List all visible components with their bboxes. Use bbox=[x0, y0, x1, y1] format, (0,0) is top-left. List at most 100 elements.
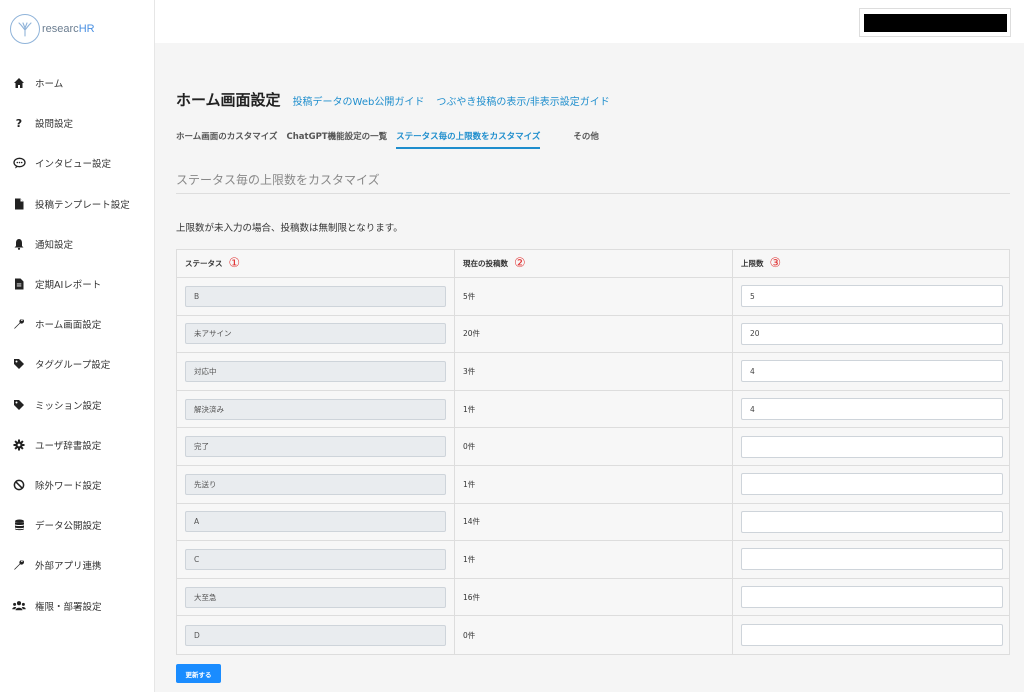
limit-input[interactable] bbox=[741, 624, 1003, 647]
limit-input[interactable] bbox=[741, 435, 1003, 458]
sidebar-item-label: 通知設定 bbox=[35, 239, 74, 251]
sidebar-item-10[interactable]: 除外ワード設定 bbox=[0, 465, 155, 505]
status-cell: C bbox=[177, 541, 455, 578]
sidebar-item-label: インタビュー設定 bbox=[35, 159, 112, 171]
count-cell: 5件 bbox=[455, 278, 733, 315]
count-cell: 20件 bbox=[455, 315, 733, 353]
table-row: 未アサイン 20件 bbox=[177, 315, 1009, 354]
table-header-row: ステータス ① 現在の投稿数 ② 上限数 ③ bbox=[177, 250, 1009, 278]
database-icon bbox=[12, 518, 26, 532]
tab-home-customize[interactable]: ホーム画面のカスタマイズ bbox=[176, 130, 278, 149]
status-name-field: 先送り bbox=[185, 473, 446, 495]
sidebar-item-6[interactable]: ホーム画面設定 bbox=[0, 304, 155, 344]
status-cell: 解決済み bbox=[177, 390, 455, 428]
count-cell: 3件 bbox=[455, 353, 733, 390]
redacted-user-name bbox=[864, 14, 1007, 32]
status-cell: 先送り bbox=[177, 465, 455, 503]
current-count: 5件 bbox=[463, 291, 476, 301]
table-row: 対応中 3件 bbox=[177, 353, 1009, 391]
logo-mark-icon bbox=[10, 14, 40, 44]
sidebar-item-3[interactable]: 投稿テンプレート設定 bbox=[0, 184, 155, 224]
ban-icon bbox=[12, 478, 26, 492]
question-icon: ? bbox=[15, 116, 23, 130]
marker-1: ① bbox=[228, 256, 241, 271]
sidebar-item-label: 投稿テンプレート設定 bbox=[35, 199, 130, 211]
page-title: ホーム画面設定 bbox=[176, 91, 281, 109]
limit-input[interactable] bbox=[741, 586, 1003, 609]
status-cell: B bbox=[177, 278, 455, 315]
tab-status-limits[interactable]: ステータス毎の上限数をカスタマイズ bbox=[396, 130, 541, 149]
wrench-icon bbox=[12, 317, 26, 331]
sidebar-item-2[interactable]: インタビュー設定 bbox=[0, 143, 155, 183]
current-count: 3件 bbox=[463, 366, 476, 376]
limit-input[interactable] bbox=[741, 285, 1003, 308]
tabs: ホーム画面のカスタマイズ ChatGPT機能設定の一覧 ステータス毎の上限数をカ… bbox=[176, 130, 608, 149]
sidebar-item-label: 除外ワード設定 bbox=[35, 480, 102, 492]
user-menu[interactable] bbox=[859, 8, 1011, 37]
title-row: ホーム画面設定 投稿データのWeb公開ガイド つぶやき投稿の表示/非表示設定ガイ… bbox=[176, 89, 610, 110]
limit-cell bbox=[733, 466, 1009, 503]
logo[interactable]: researcHR bbox=[10, 14, 95, 44]
status-name-field: 解決済み bbox=[185, 398, 446, 420]
current-count: 20件 bbox=[463, 329, 481, 339]
sidebar-item-7[interactable]: タググループ設定 bbox=[0, 344, 155, 384]
sidebar-item-label: 定期AIレポート bbox=[35, 280, 102, 292]
count-cell: 0件 bbox=[455, 428, 733, 465]
status-name-field: A bbox=[185, 511, 446, 533]
sidebar: researcHR ホーム? 設問設定インタビュー設定投稿テンプレート設定 通知設定… bbox=[0, 0, 155, 692]
table-row: A 14件 bbox=[177, 503, 1009, 542]
tab-chatgpt-settings[interactable]: ChatGPT機能設定の一覧 bbox=[287, 130, 388, 149]
table-row: D 0件 bbox=[177, 616, 1009, 654]
status-name-field: 未アサイン bbox=[185, 323, 446, 345]
table-row: 完了 0件 bbox=[177, 428, 1009, 466]
limit-input[interactable] bbox=[741, 510, 1003, 533]
sidebar-item-11[interactable]: データ公開設定 bbox=[0, 505, 155, 545]
status-cell: 対応中 bbox=[177, 353, 455, 390]
home-icon bbox=[12, 76, 26, 90]
sidebar-item-label: 権限・部署設定 bbox=[35, 601, 102, 613]
current-count: 0件 bbox=[463, 442, 476, 452]
limit-input[interactable] bbox=[741, 322, 1003, 345]
current-count: 0件 bbox=[463, 630, 476, 640]
sidebar-item-label: ユーザ辞書設定 bbox=[35, 440, 102, 452]
limit-cell bbox=[733, 541, 1009, 578]
sidebar-item-12[interactable]: 外部アプリ連携 bbox=[0, 545, 155, 585]
limit-input[interactable] bbox=[741, 548, 1003, 571]
marker-3: ③ bbox=[769, 256, 782, 271]
marker-2: ② bbox=[514, 256, 526, 271]
count-cell: 0件 bbox=[455, 616, 733, 654]
sidebar-nav: ホーム? 設問設定インタビュー設定投稿テンプレート設定 通知設定定期AIレポートホー… bbox=[0, 63, 155, 626]
table-row: B 5件 bbox=[177, 278, 1009, 316]
sidebar-item-9[interactable]: ユーザ辞書設定 bbox=[0, 425, 155, 465]
section-divider bbox=[176, 193, 1010, 194]
sidebar-item-4[interactable]: 通知設定 bbox=[0, 224, 155, 264]
table-row: 解決済み 1件 bbox=[177, 390, 1009, 429]
sidebar-item-13[interactable]: 権限・部署設定 bbox=[0, 585, 155, 625]
update-button[interactable]: 更新する bbox=[176, 664, 221, 683]
sidebar-item-0[interactable]: ホーム bbox=[0, 63, 155, 103]
limit-cell bbox=[733, 391, 1009, 428]
status-name-field: B bbox=[185, 285, 446, 307]
topbar bbox=[155, 0, 1024, 43]
sidebar-item-5[interactable]: 定期AIレポート bbox=[0, 264, 155, 304]
count-cell: 1件 bbox=[455, 465, 733, 503]
status-name-field: 大至急 bbox=[185, 586, 446, 608]
table-row: 先送り 1件 bbox=[177, 465, 1009, 504]
status-limit-table: ステータス ① 現在の投稿数 ② 上限数 ③ B 5件未アサイン 20件対応中 3件解… bbox=[176, 249, 1010, 655]
limit-cell bbox=[733, 278, 1009, 315]
status-cell: 完了 bbox=[177, 428, 455, 465]
limit-note: 上限数が未入力の場合、投稿数は無制限となります。 bbox=[176, 223, 403, 234]
tab-other[interactable]: その他 bbox=[573, 130, 599, 149]
tweet-display-guide-link[interactable]: つぶやき投稿の表示/非表示設定ガイド bbox=[436, 93, 609, 108]
header-status: ステータス ① bbox=[177, 250, 455, 277]
sidebar-item-1[interactable]: ? 設問設定 bbox=[0, 103, 155, 143]
limit-cell bbox=[733, 504, 1009, 541]
gear-icon bbox=[12, 438, 26, 452]
web-publish-guide-link[interactable]: 投稿データのWeb公開ガイド bbox=[293, 93, 425, 108]
sidebar-item-8[interactable]: ミッション設定 bbox=[0, 385, 155, 425]
limit-input[interactable] bbox=[741, 398, 1003, 421]
sidebar-item-label: 設問設定 bbox=[35, 119, 74, 131]
limit-input[interactable] bbox=[741, 360, 1003, 383]
limit-input[interactable] bbox=[741, 473, 1003, 496]
logo-text: researcHR bbox=[42, 23, 95, 35]
